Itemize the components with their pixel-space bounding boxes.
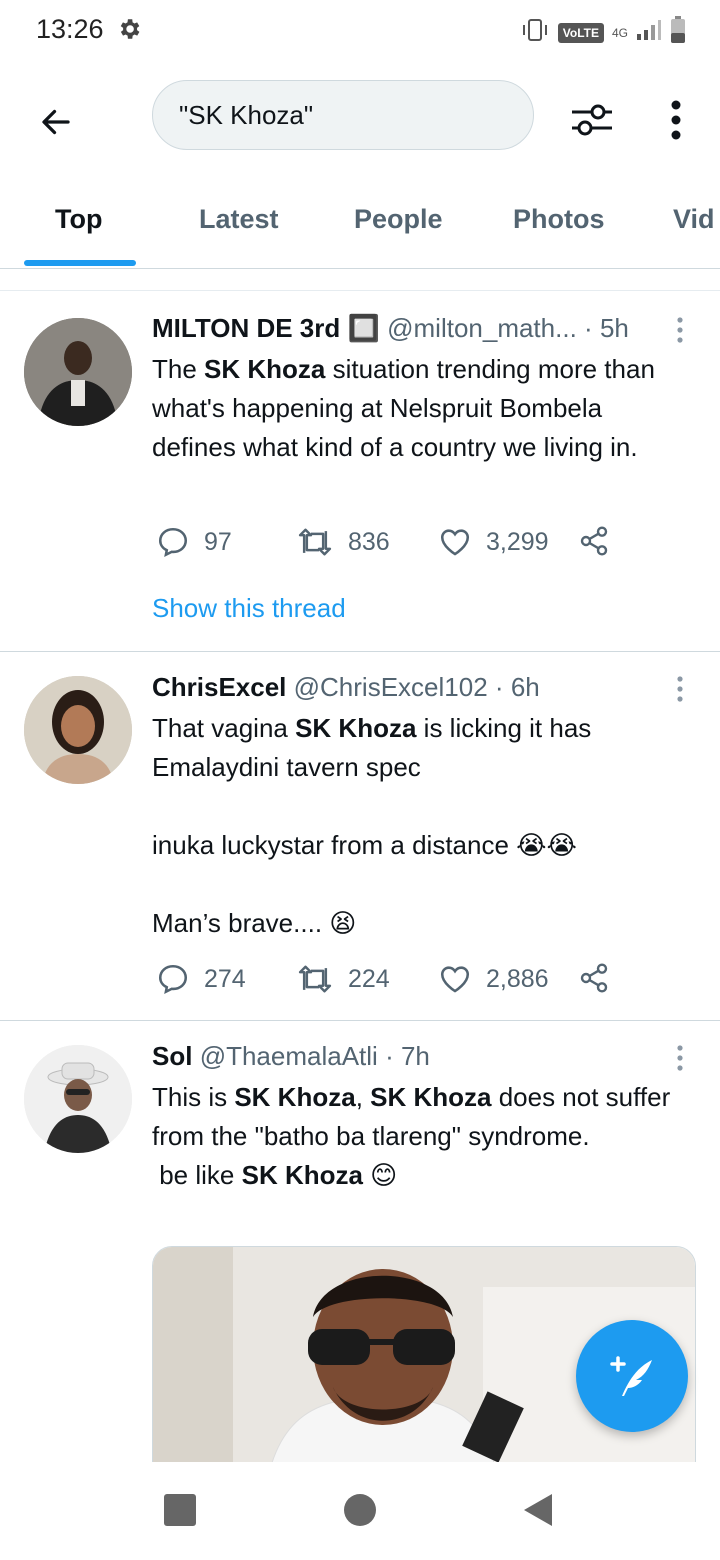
heart-icon [440, 529, 470, 556]
status-bar: 13:26 VoLTE 4G [0, 0, 720, 64]
tweet-more-button[interactable] [668, 315, 692, 345]
retweet-icon [298, 528, 332, 556]
tweet-more-button[interactable] [668, 1043, 692, 1073]
avatar[interactable] [24, 676, 132, 784]
compose-feather-icon [610, 1356, 652, 1396]
tweet-text: This is SK Khoza, SK Khoza does not suff… [152, 1082, 671, 1190]
share-button[interactable] [578, 962, 610, 994]
more-vertical-icon [671, 100, 681, 140]
tweet-author-handle[interactable]: @ChrisExcel102 [294, 672, 488, 702]
status-time: 13:26 [36, 14, 104, 44]
show-thread-link[interactable]: Show this thread [152, 593, 346, 624]
reply-count: 274 [204, 964, 246, 993]
retweet-icon [298, 965, 332, 993]
like-button[interactable]: 2,886 [438, 962, 549, 996]
share-icon [580, 963, 608, 993]
search-tabs: Top Latest People Photos Vid [0, 180, 720, 269]
tweet-author-handle[interactable]: @ThaemalaAtli [200, 1041, 378, 1071]
battery-icon [670, 16, 686, 49]
back-triangle-icon[interactable] [522, 1492, 554, 1528]
tab-photos[interactable]: Photos [513, 204, 605, 235]
reply-icon [158, 964, 188, 995]
filter-sliders-icon [572, 104, 612, 136]
reply-button[interactable]: 274 [156, 962, 246, 996]
like-button[interactable]: 3,299 [438, 525, 549, 559]
back-arrow-icon [42, 109, 70, 135]
more-vertical-icon [677, 1045, 683, 1071]
like-count: 3,299 [486, 527, 549, 556]
retweet-button[interactable]: 224 [296, 962, 390, 996]
reply-button[interactable]: 97 [156, 525, 232, 559]
search-filter-button[interactable] [566, 94, 618, 146]
tweet-time: 5h [599, 313, 629, 343]
retweet-count: 836 [348, 527, 390, 556]
tweet-card[interactable]: ChrisExcel @ChrisExcel102 · 6h That vagi… [0, 652, 720, 1021]
dot-separator: · [584, 313, 593, 343]
more-vertical-icon [677, 317, 683, 343]
settings-gear-icon [116, 16, 142, 47]
tweet-more-button[interactable] [668, 674, 692, 704]
active-tab-indicator [24, 260, 136, 266]
search-input[interactable]: "SK Khoza" [152, 80, 534, 150]
tweet-author-name[interactable]: MILTON DE 3rd 🔲 [152, 313, 380, 343]
more-vertical-icon [677, 676, 683, 702]
tweet-actions: 97 836 3,299 [152, 525, 692, 565]
signal-icon [636, 18, 662, 47]
home-circle-icon[interactable] [344, 1494, 376, 1526]
system-navigation-bar [0, 1462, 720, 1560]
tab-latest[interactable]: Latest [199, 204, 279, 235]
tweet-text: The SK Khoza situation trending more tha… [152, 354, 655, 462]
tweet-author-handle[interactable]: @milton_math... [387, 313, 577, 343]
tweet-author-name[interactable]: Sol [152, 1041, 192, 1071]
back-button[interactable] [30, 96, 82, 148]
retweet-count: 224 [348, 964, 390, 993]
tab-top[interactable]: Top [55, 204, 102, 235]
tweet-text: That vagina SK Khoza is licking it has E… [152, 713, 592, 938]
heart-icon [440, 966, 470, 993]
tweet-time: 7h [400, 1041, 430, 1071]
retweet-button[interactable]: 836 [296, 525, 390, 559]
compose-tweet-button[interactable] [576, 1320, 688, 1432]
tweet-author-name[interactable]: ChrisExcel [152, 672, 286, 702]
dot-separator: · [385, 1041, 394, 1071]
recents-square-icon[interactable] [164, 1494, 196, 1526]
tweet-actions: 274 224 2,886 [152, 962, 692, 1002]
tab-people[interactable]: People [354, 204, 443, 235]
avatar[interactable] [24, 318, 132, 426]
vibrate-icon [520, 18, 550, 47]
reply-icon [158, 527, 188, 558]
share-icon [580, 526, 608, 556]
tweet-time: 6h [510, 672, 540, 702]
dot-separator: · [494, 672, 504, 702]
volte-badge: VoLTE [557, 22, 604, 43]
overflow-menu-button[interactable] [656, 94, 696, 146]
reply-count: 97 [204, 527, 232, 556]
avatar[interactable] [24, 1045, 132, 1153]
tweet-card[interactable]: MILTON DE 3rd 🔲 @milton_math... · 5h The… [0, 291, 720, 652]
search-header: "SK Khoza" [0, 64, 720, 174]
tab-videos[interactable]: Vid [673, 204, 715, 235]
like-count: 2,886 [486, 964, 549, 993]
search-query: "SK Khoza" [179, 99, 314, 130]
network-type: 4G [611, 25, 628, 40]
share-button[interactable] [578, 525, 610, 557]
